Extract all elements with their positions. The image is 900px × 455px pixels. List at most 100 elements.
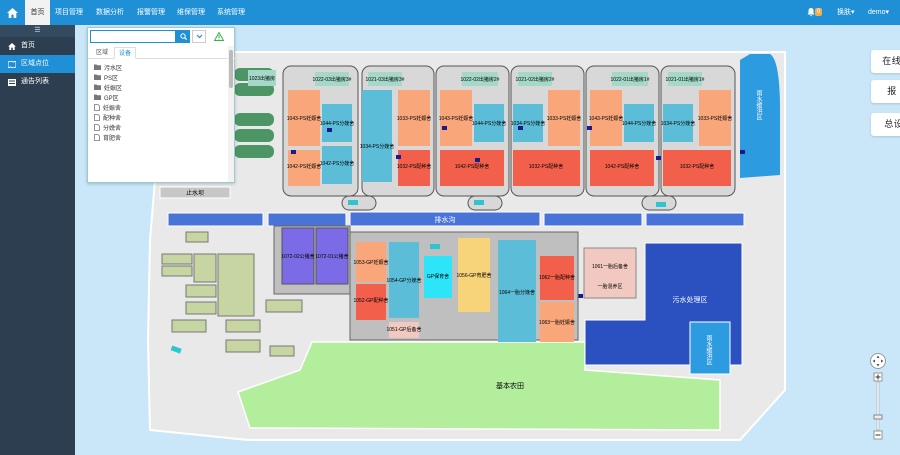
building-label: 1051-GP后备舍 xyxy=(386,326,421,333)
nav-maintenance[interactable]: 维保管理 xyxy=(174,0,208,25)
scrollbar[interactable] xyxy=(228,46,234,182)
building-label: 1052-GP配种舍 xyxy=(353,297,388,304)
nav-system-management[interactable]: 系统管理 xyxy=(214,0,248,25)
dropdown-button[interactable] xyxy=(192,30,206,43)
pond xyxy=(234,129,274,142)
building-1034-ps-a[interactable] xyxy=(362,90,392,182)
building-label: GP保育舍 xyxy=(427,273,449,280)
tree-node[interactable]: 污水区 xyxy=(94,64,122,74)
search-icon xyxy=(179,33,187,40)
warning-icon xyxy=(214,31,224,41)
building-label: 1022-02出猪房2# xyxy=(461,76,500,83)
zoom-in-button[interactable] xyxy=(873,372,883,382)
building-label: 一胎混养区 xyxy=(597,283,622,290)
building-label: 1021-02出猪房2# xyxy=(516,76,555,83)
building-label: 1034-PS分娩舍 xyxy=(360,143,394,150)
tree-node-label: 分娩舍 xyxy=(103,126,122,132)
building-label: 1042-PS配种舍 xyxy=(605,163,639,170)
pan-control[interactable] xyxy=(870,353,886,369)
zoom-control xyxy=(869,353,887,445)
sidebar-toggle-icon[interactable]: ☰ xyxy=(0,25,75,37)
building-label: 1044-PS分娩舍 xyxy=(622,120,656,127)
truck xyxy=(430,244,440,249)
tree-list: 污水区 PS区妊娠区 GP区 妊娠舍配种舍分娩舍 育肥舍 xyxy=(94,64,122,144)
tree-node[interactable]: 育肥舍 xyxy=(94,133,122,144)
office-block xyxy=(269,345,295,357)
folder-icon xyxy=(94,94,101,104)
nav-data-analysis[interactable]: 数据分析 xyxy=(93,0,127,25)
building-label: 1022-01出猪房1# xyxy=(611,76,650,83)
office-block xyxy=(225,319,261,333)
tab-device[interactable]: 设备 xyxy=(114,47,137,59)
sidebar-item-area-points[interactable]: 区域点位 xyxy=(0,55,75,73)
search-input[interactable] xyxy=(90,30,176,43)
warning-button[interactable] xyxy=(212,29,226,43)
nav-alarm-management[interactable]: 报警管理 xyxy=(134,0,168,25)
building-label: 1034-PS分娩舍 xyxy=(511,120,545,127)
building-label: 1044-PS分娩舍 xyxy=(472,120,506,127)
building-label: 1022-03出猪房3# xyxy=(313,76,352,83)
basic-farmland-label: 基本农田 xyxy=(496,381,524,390)
building-label: 1062一胎配种舍 xyxy=(539,274,575,281)
map-icon xyxy=(8,60,16,68)
building-1061[interactable] xyxy=(583,247,637,299)
nav-home[interactable]: 首页 xyxy=(25,0,50,25)
sidebar-item-label: 首页 xyxy=(21,42,35,49)
building-label: 1056-GP育肥舍 xyxy=(456,272,491,279)
building-label: 1042-PS配种舍 xyxy=(455,163,489,170)
online-device-count: 在线设备数：8 xyxy=(871,50,900,73)
rain-buffer-label-2: 雨水缓洪区 xyxy=(705,335,712,365)
building-label: 1043-PS妊娠舍 xyxy=(287,115,321,122)
office-block xyxy=(185,231,209,243)
office-block xyxy=(161,265,193,277)
zoom-slider-track[interactable] xyxy=(876,381,880,431)
search-row xyxy=(88,28,236,45)
sewage-area-label: 污水处理区 xyxy=(673,295,708,304)
user-menu[interactable]: demo▾ xyxy=(868,0,889,25)
building-label: 1033-PS妊娠舍 xyxy=(698,115,732,122)
alarm-count-badge: 0 xyxy=(815,8,823,16)
truck xyxy=(348,200,358,205)
tree-node[interactable]: 妊娠舍 xyxy=(94,103,122,114)
sidebar-item-notices[interactable]: 通告列表 xyxy=(0,73,75,91)
tree-node-label: 妊娠区 xyxy=(104,86,123,92)
building-label: 1033-PS妊娠舍 xyxy=(547,115,581,122)
building-label: 1042-PS分娩舍 xyxy=(320,160,354,167)
truck xyxy=(474,200,484,205)
pond xyxy=(234,145,274,158)
site-map[interactable]: 基本农田 止水坝 排水沟 雨水缓洪区 污水处理区 雨水缓洪区 1023出猪房 1… xyxy=(75,25,900,455)
sidebar-item-label: 区域点位 xyxy=(21,60,49,67)
tab-area[interactable]: 区域 xyxy=(92,47,112,59)
tree-node[interactable]: PS区 xyxy=(94,74,122,84)
corridor xyxy=(467,195,503,211)
scrollbar-thumb[interactable] xyxy=(229,50,233,88)
truck xyxy=(656,202,666,207)
search-button[interactable] xyxy=(176,30,190,43)
building-label: 1063一胎妊娠舍 xyxy=(539,319,575,326)
building-label: 1042-PS妊娠舍 xyxy=(287,163,321,170)
home-icon[interactable] xyxy=(0,0,25,25)
top-navbar: 首页 项目管理 数据分析 报警管理 维保管理 系统管理 0 换肤▾ demo▾ xyxy=(0,0,900,25)
skin-menu[interactable]: 换肤▾ xyxy=(837,0,855,25)
total-device-count: 总设备数：15 xyxy=(871,113,900,136)
tree-node-label: 配种舍 xyxy=(103,116,122,122)
folder-icon xyxy=(94,64,101,74)
building-label: 1023出猪房 xyxy=(249,75,275,82)
office-block xyxy=(171,319,207,333)
office-block xyxy=(265,299,303,313)
tree-node[interactable]: GP区 xyxy=(94,94,122,104)
tree-node[interactable]: 妊娠区 xyxy=(94,84,122,94)
tree-node-label: 污水区 xyxy=(104,66,123,72)
zoom-out-button[interactable] xyxy=(873,430,883,440)
building-label: 1033-PS妊娠舍 xyxy=(397,115,431,122)
building-label: 1044-PS分娩舍 xyxy=(320,120,354,127)
sidebar-item-home[interactable]: 首页 xyxy=(0,37,75,55)
zoom-slider-handle[interactable] xyxy=(873,414,883,420)
tree-node[interactable]: 配种舍 xyxy=(94,113,122,124)
pond xyxy=(234,113,274,126)
corridor xyxy=(341,195,377,211)
tree-node[interactable]: 分娩舍 xyxy=(94,123,122,134)
building-label: 1064一胎分娩舍 xyxy=(499,289,535,296)
drain xyxy=(543,212,643,227)
nav-project-management[interactable]: 项目管理 xyxy=(52,0,86,25)
